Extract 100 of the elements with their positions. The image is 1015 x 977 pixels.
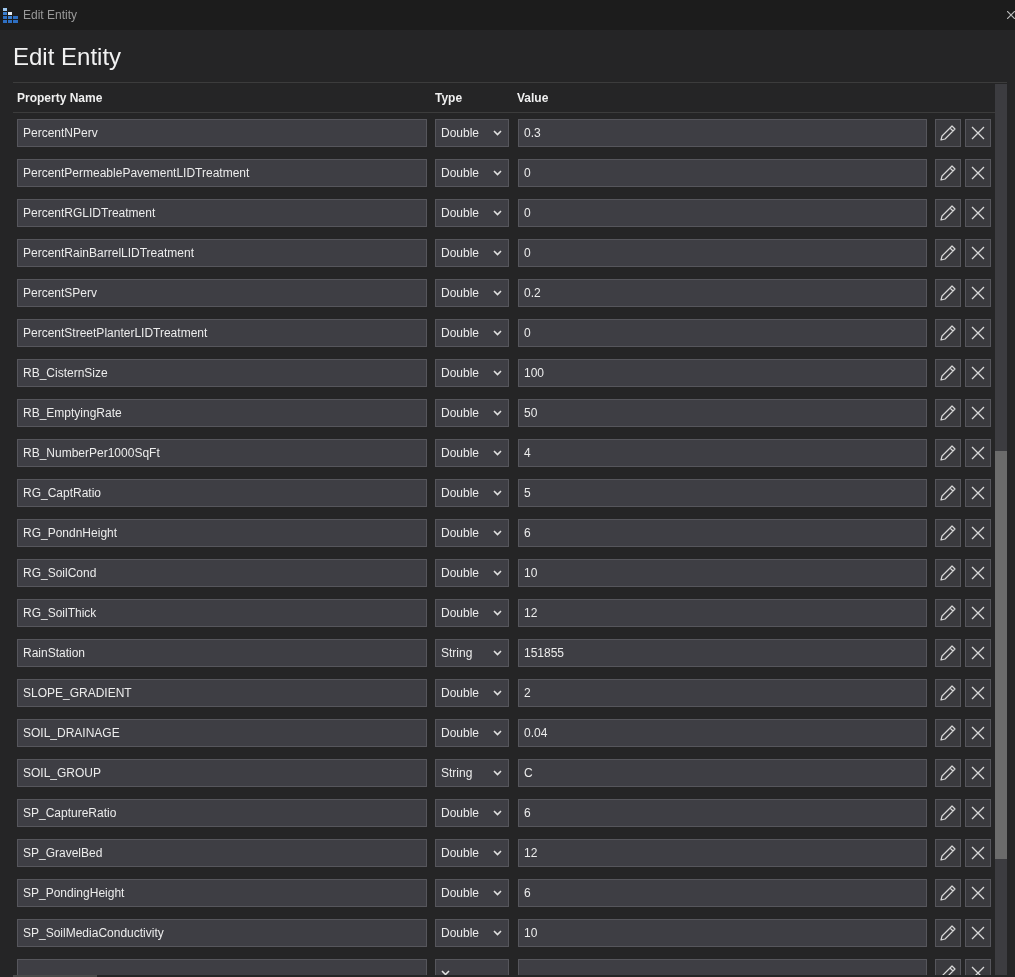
edit-button[interactable] bbox=[935, 519, 961, 547]
type-dropdown[interactable]: Double bbox=[435, 799, 509, 827]
edit-button[interactable] bbox=[935, 359, 961, 387]
type-dropdown[interactable]: Double bbox=[435, 359, 509, 387]
property-name-field[interactable]: RB_EmptyingRate bbox=[17, 399, 427, 427]
property-name-field[interactable]: SP_PondingHeight bbox=[17, 879, 427, 907]
property-name-field[interactable]: RainStation bbox=[17, 639, 427, 667]
scrollbar-thumb[interactable] bbox=[995, 451, 1007, 859]
edit-button[interactable] bbox=[935, 839, 961, 867]
type-dropdown[interactable]: Double bbox=[435, 159, 509, 187]
value-field[interactable]: 2 bbox=[518, 679, 927, 707]
property-name-field[interactable]: RG_CaptRatio bbox=[17, 479, 427, 507]
edit-button[interactable] bbox=[935, 319, 961, 347]
value-field[interactable]: 10 bbox=[518, 919, 927, 947]
value-field[interactable]: 4 bbox=[518, 439, 927, 467]
edit-button[interactable] bbox=[935, 439, 961, 467]
value-field[interactable]: 0 bbox=[518, 319, 927, 347]
property-name-field[interactable]: PercentRainBarrelLIDTreatment bbox=[17, 239, 427, 267]
property-name-field[interactable]: SOIL_DRAINAGE bbox=[17, 719, 427, 747]
type-dropdown[interactable]: Double bbox=[435, 679, 509, 707]
property-name-field[interactable]: RB_NumberPer1000SqFt bbox=[17, 439, 427, 467]
delete-button[interactable] bbox=[965, 799, 991, 827]
delete-button[interactable] bbox=[965, 399, 991, 427]
type-dropdown[interactable]: Double bbox=[435, 119, 509, 147]
property-name-field[interactable]: RG_SoilThick bbox=[17, 599, 427, 627]
type-dropdown[interactable]: String bbox=[435, 639, 509, 667]
property-name-field[interactable]: SP_GravelBed bbox=[17, 839, 427, 867]
type-dropdown[interactable]: Double bbox=[435, 439, 509, 467]
delete-button[interactable] bbox=[965, 879, 991, 907]
edit-button[interactable] bbox=[935, 119, 961, 147]
value-field[interactable]: 6 bbox=[518, 519, 927, 547]
close-icon[interactable] bbox=[1007, 11, 1015, 19]
value-field[interactable]: 6 bbox=[518, 879, 927, 907]
type-dropdown[interactable]: Double bbox=[435, 199, 509, 227]
type-dropdown[interactable]: Double bbox=[435, 239, 509, 267]
property-name-field[interactable]: SLOPE_GRADIENT bbox=[17, 679, 427, 707]
delete-button[interactable] bbox=[965, 279, 991, 307]
delete-button[interactable] bbox=[965, 679, 991, 707]
delete-button[interactable] bbox=[965, 479, 991, 507]
value-field[interactable]: 0 bbox=[518, 239, 927, 267]
type-dropdown[interactable]: Double bbox=[435, 319, 509, 347]
value-field[interactable]: C bbox=[518, 759, 927, 787]
property-name-field[interactable]: SP_CaptureRatio bbox=[17, 799, 427, 827]
edit-button[interactable] bbox=[935, 719, 961, 747]
edit-button[interactable] bbox=[935, 879, 961, 907]
edit-button[interactable] bbox=[935, 239, 961, 267]
edit-button[interactable] bbox=[935, 279, 961, 307]
edit-button[interactable] bbox=[935, 639, 961, 667]
property-name-field[interactable]: SP_SoilMediaConductivity bbox=[17, 919, 427, 947]
property-name-field[interactable]: PercentPermeablePavementLIDTreatment bbox=[17, 159, 427, 187]
type-dropdown[interactable]: Double bbox=[435, 279, 509, 307]
value-field[interactable]: 0.04 bbox=[518, 719, 927, 747]
edit-button[interactable] bbox=[935, 159, 961, 187]
edit-button[interactable] bbox=[935, 599, 961, 627]
delete-button[interactable] bbox=[965, 599, 991, 627]
type-dropdown[interactable]: Double bbox=[435, 719, 509, 747]
edit-button[interactable] bbox=[935, 399, 961, 427]
value-field[interactable]: 5 bbox=[518, 479, 927, 507]
delete-button[interactable] bbox=[965, 639, 991, 667]
value-field[interactable]: 0 bbox=[518, 159, 927, 187]
type-dropdown[interactable]: String bbox=[435, 759, 509, 787]
edit-button[interactable] bbox=[935, 559, 961, 587]
property-name-field[interactable]: RB_CisternSize bbox=[17, 359, 427, 387]
value-field[interactable]: 12 bbox=[518, 599, 927, 627]
scrollbar-track[interactable] bbox=[995, 84, 1007, 975]
edit-button[interactable] bbox=[935, 919, 961, 947]
delete-button[interactable] bbox=[965, 519, 991, 547]
property-name-field[interactable]: PercentSPerv bbox=[17, 279, 427, 307]
type-dropdown[interactable]: Double bbox=[435, 559, 509, 587]
type-dropdown[interactable]: Double bbox=[435, 479, 509, 507]
value-field[interactable]: 10 bbox=[518, 559, 927, 587]
edit-button[interactable] bbox=[935, 479, 961, 507]
type-dropdown[interactable]: Double bbox=[435, 919, 509, 947]
property-name-field[interactable]: PercentNPerv bbox=[17, 119, 427, 147]
value-field[interactable]: 6 bbox=[518, 799, 927, 827]
edit-button[interactable] bbox=[935, 759, 961, 787]
value-field[interactable]: 50 bbox=[518, 399, 927, 427]
value-field[interactable]: 0.3 bbox=[518, 119, 927, 147]
type-dropdown[interactable]: Double bbox=[435, 879, 509, 907]
edit-button[interactable] bbox=[935, 199, 961, 227]
delete-button[interactable] bbox=[965, 919, 991, 947]
value-field[interactable]: 0.2 bbox=[518, 279, 927, 307]
type-dropdown[interactable]: Double bbox=[435, 839, 509, 867]
type-dropdown[interactable]: Double bbox=[435, 519, 509, 547]
edit-button[interactable] bbox=[935, 799, 961, 827]
edit-button[interactable] bbox=[935, 679, 961, 707]
delete-button[interactable] bbox=[965, 239, 991, 267]
delete-button[interactable] bbox=[965, 719, 991, 747]
type-dropdown[interactable]: Double bbox=[435, 399, 509, 427]
delete-button[interactable] bbox=[965, 319, 991, 347]
property-name-field[interactable]: PercentRGLIDTreatment bbox=[17, 199, 427, 227]
delete-button[interactable] bbox=[965, 439, 991, 467]
delete-button[interactable] bbox=[965, 759, 991, 787]
value-field[interactable]: 12 bbox=[518, 839, 927, 867]
property-name-field[interactable]: PercentStreetPlanterLIDTreatment bbox=[17, 319, 427, 347]
delete-button[interactable] bbox=[965, 359, 991, 387]
type-dropdown[interactable]: Double bbox=[435, 599, 509, 627]
value-field[interactable]: 0 bbox=[518, 199, 927, 227]
delete-button[interactable] bbox=[965, 159, 991, 187]
property-name-field[interactable]: SOIL_GROUP bbox=[17, 759, 427, 787]
